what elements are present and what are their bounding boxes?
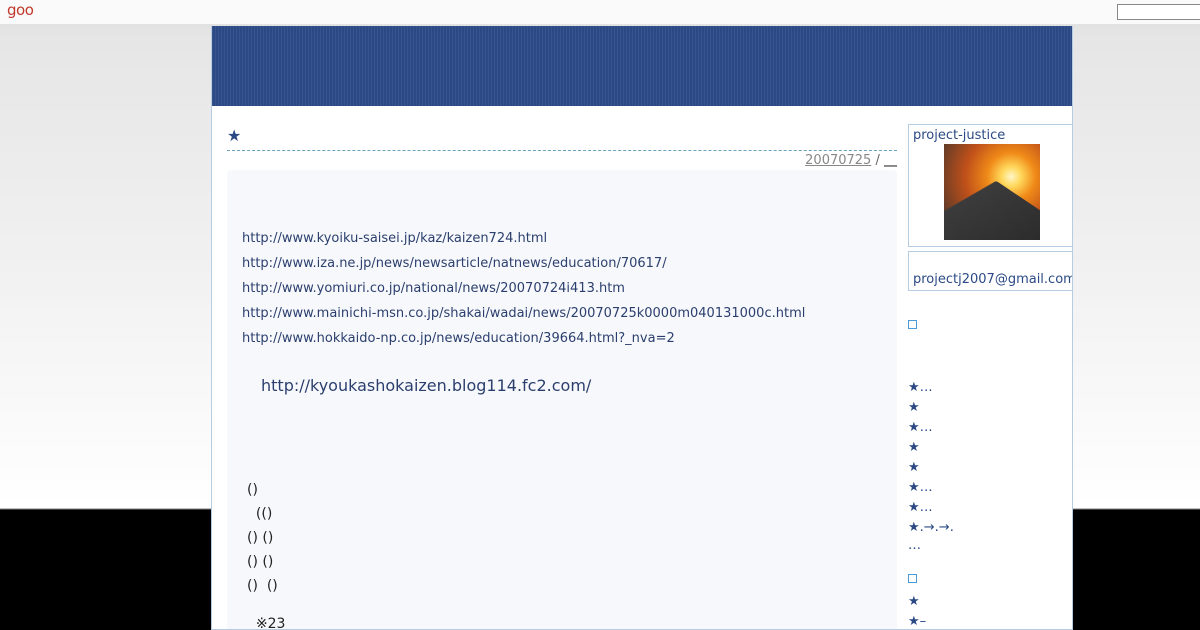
news-link-hokkaido-np[interactable]: http://www.hokkaido-np.co.jp/news/educat… <box>242 331 675 346</box>
search-input[interactable] <box>1117 4 1200 20</box>
sidebar-link[interactable]: ★ <box>908 460 920 475</box>
entry-title: ★ <box>227 126 242 145</box>
profile-photo[interactable] <box>944 144 1040 240</box>
sidebar-link[interactable]: ★… <box>908 500 933 515</box>
sidebar-link[interactable]: ★… <box>908 480 933 495</box>
entry-category-link[interactable]: __ <box>884 153 897 168</box>
paragraph-line: (() <box>247 506 273 522</box>
sidebar-link[interactable]: ★ <box>908 400 920 415</box>
paragraph-line: () () <box>247 530 274 546</box>
blog-page: ★ 20070725 / __ http://www.kyoiku-saisei… <box>211 26 1073 630</box>
paragraph-line: () () <box>247 554 274 570</box>
contact-email[interactable]: projectj2007@gmail.com <box>913 272 1072 287</box>
profile-box: project-justice <box>908 124 1072 247</box>
profile-name: project-justice <box>913 128 1006 143</box>
news-link-kyoiku-saisei[interactable]: http://www.kyoiku-saisei.jp/kaz/kaizen72… <box>242 231 547 246</box>
section-square-icon <box>908 320 917 329</box>
paragraph-line: () () <box>247 578 278 594</box>
header-banner[interactable] <box>212 26 1072 106</box>
sidebar-link[interactable]: ★… <box>908 380 933 395</box>
sidebar-link[interactable]: ★ <box>908 440 920 455</box>
entry-body: http://www.kyoiku-saisei.jp/kaz/kaizen72… <box>227 170 897 630</box>
main-content: ★ 20070725 / __ http://www.kyoiku-saisei… <box>227 106 897 630</box>
contact-box: projectj2007@gmail.com <box>908 251 1072 291</box>
sidebar-link[interactable]: ★… <box>908 420 933 435</box>
entry-meta: 20070725 / __ <box>805 153 897 168</box>
goo-logo[interactable]: goo <box>7 1 34 19</box>
sidebar-link[interactable]: ★.→.→. <box>908 520 954 535</box>
title-divider <box>227 150 897 151</box>
entry-date-link[interactable]: 20070725 <box>805 153 871 168</box>
meta-separator: / <box>875 153 880 168</box>
sidebar-more-link[interactable]: … <box>908 538 921 553</box>
top-bar: goo <box>0 0 1200 25</box>
sidebar-link[interactable]: ★– <box>908 614 926 629</box>
section-square-icon <box>908 574 917 583</box>
paragraph-line: () <box>247 482 258 498</box>
news-link-mainichi[interactable]: http://www.mainichi-msn.co.jp/shakai/wad… <box>242 306 805 321</box>
sidebar-link[interactable]: ★ <box>908 594 920 609</box>
sidebar: project-justice projectj2007@gmail.com ★… <box>908 124 1072 629</box>
news-link-yomiuri[interactable]: http://www.yomiuri.co.jp/national/news/2… <box>242 281 625 296</box>
news-link-iza[interactable]: http://www.iza.ne.jp/news/newsarticle/na… <box>242 256 667 271</box>
paragraph-line: ※23 <box>247 616 286 630</box>
blog-link[interactable]: http://kyoukashokaizen.blog114.fc2.com/ <box>261 376 591 395</box>
